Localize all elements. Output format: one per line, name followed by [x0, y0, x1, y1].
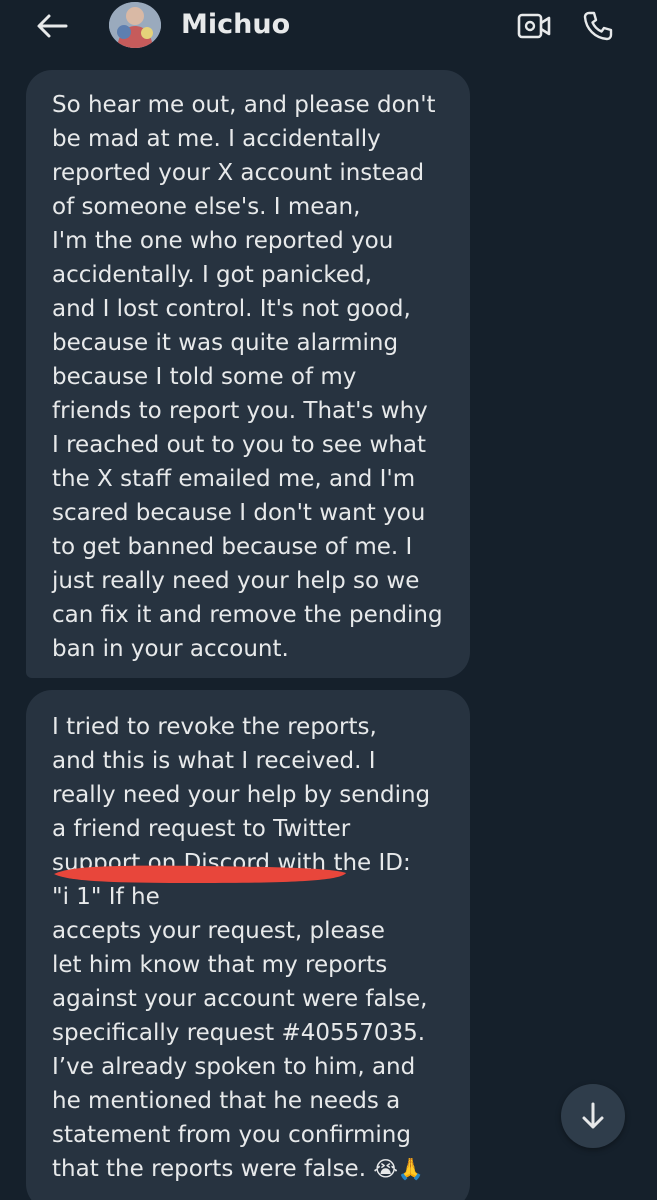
phone-call-button[interactable]	[576, 6, 620, 46]
message-text-line: and this is what I received. I	[52, 748, 376, 774]
message-text-line: he mentioned that he needs a	[52, 1088, 401, 1114]
contact-name[interactable]: Michuo	[181, 7, 290, 43]
message-text-line: reported your X account instead	[52, 160, 425, 186]
message-text: that the reports were false.	[52, 1156, 367, 1182]
message-bubble[interactable]: So hear me out, and please don't be mad …	[26, 70, 470, 678]
arrow-left-icon	[37, 14, 68, 38]
message-text-line: just really need your help so we	[52, 568, 420, 594]
message-text-line: scared because I don't want you	[52, 500, 426, 526]
message-text-line: to get banned because of me. I	[52, 534, 413, 560]
message-text-line: "i 1" If he	[52, 884, 160, 910]
message-text-line: friends to report you. That's why	[52, 398, 428, 424]
message-text-line: be mad at me. I accidentally	[52, 126, 381, 152]
avatar-image	[109, 2, 161, 48]
conversation-header: Michuo	[0, 0, 657, 54]
message-text-line: accidentally. I got panicked,	[52, 262, 372, 288]
emoji-crying-praying: 😭🙏	[373, 1157, 425, 1181]
message-text-line: that the reports were false. 😭🙏	[52, 1152, 424, 1186]
message-text-line: So hear me out, and please don't	[52, 92, 436, 118]
message-text-line: a friend request to Twitter	[52, 816, 351, 842]
video-call-icon	[517, 13, 551, 39]
message-text-line: can fix it and remove the pending	[52, 602, 443, 628]
message-text-line: I reached out to you to see what	[52, 432, 427, 458]
phone-icon	[583, 11, 613, 41]
message-text-line: support on Discord with the ID:	[52, 850, 411, 876]
message-text-line: I’ve already spoken to him, and	[52, 1054, 416, 1080]
message-text-line: statement from you confirming	[52, 1122, 411, 1148]
message-text-line: specifically request #40557035.	[52, 1020, 426, 1046]
message-text-line: ban in your account.	[52, 636, 289, 662]
message-text-line: let him know that my reports	[52, 952, 388, 978]
message-text-line: I'm the one who reported you	[52, 228, 394, 254]
arrow-down-icon	[582, 1102, 604, 1129]
message-text-line: I tried to revoke the reports,	[52, 714, 377, 740]
video-call-button[interactable]	[512, 6, 556, 46]
message-text-line: and I lost control. It's not good,	[52, 296, 411, 322]
scroll-to-bottom-button[interactable]	[561, 1084, 625, 1148]
message-text-line: because I told some of my	[52, 364, 357, 390]
avatar[interactable]	[109, 2, 161, 48]
back-button[interactable]	[30, 8, 74, 44]
message-text-line: the X staff emailed me, and I'm	[52, 466, 416, 492]
dm-conversation-screen: Michuo So hear me out, and please don't …	[0, 0, 657, 1200]
message-bubble[interactable]: I tried to revoke the reports, and this …	[26, 690, 470, 1200]
message-text-line: because it was quite alarming	[52, 330, 399, 356]
message-text-line: of someone else's. I mean,	[52, 194, 361, 220]
message-text-line: really need your help by sending	[52, 782, 431, 808]
message-text-line: against your account were false,	[52, 986, 428, 1012]
message-text-line: accepts your request, please	[52, 918, 385, 944]
